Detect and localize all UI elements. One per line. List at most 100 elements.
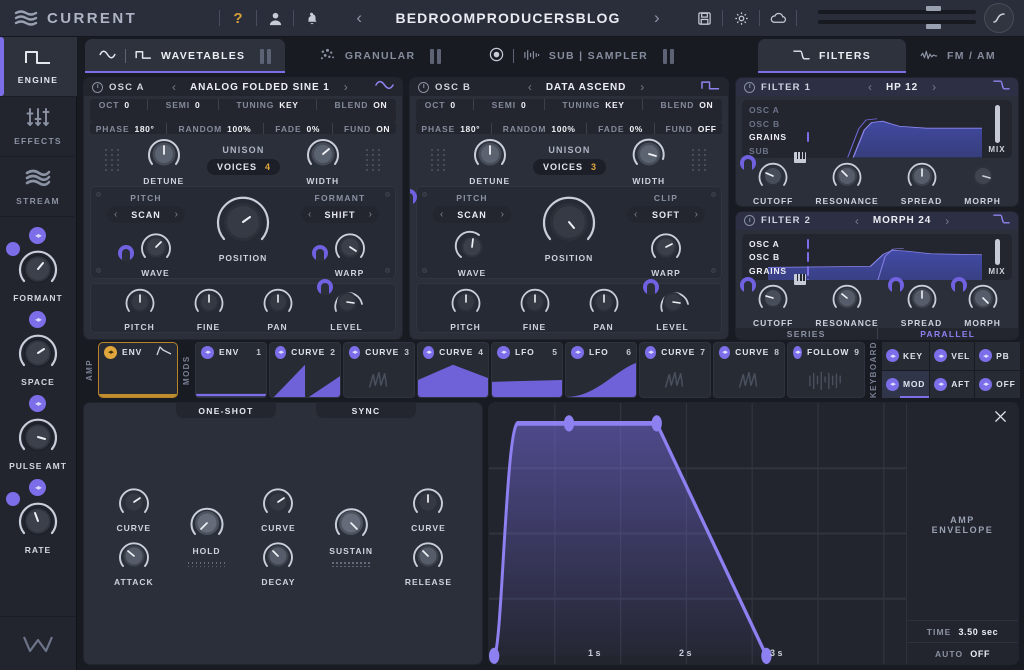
knob-attack[interactable] — [115, 537, 153, 575]
formant-mode-selector[interactable]: ‹ SHIFT › — [301, 206, 379, 223]
slider-track-2[interactable] — [818, 20, 976, 24]
mix-slider-track[interactable] — [995, 239, 1000, 266]
next-preset-button[interactable]: › — [628, 8, 686, 28]
knob-space[interactable] — [15, 330, 61, 376]
knob-sustain[interactable] — [330, 502, 372, 544]
close-icon[interactable] — [907, 403, 1018, 429]
mod-assign-icon[interactable]: ◂▸ — [886, 349, 899, 362]
mod-arc-indicator[interactable] — [888, 277, 904, 293]
knob-resonance[interactable] — [829, 280, 865, 316]
filter-curve-icon[interactable] — [993, 212, 1010, 230]
knob-fine[interactable] — [191, 284, 227, 320]
param-fund[interactable]: FUNDON — [344, 124, 390, 134]
mod-assign-icon[interactable]: ◂▸ — [104, 346, 117, 359]
mod-assign-icon[interactable]: ◂▸ — [979, 378, 992, 391]
filter-2-display[interactable]: OSC A OSC B GRAINS SUB SAMPLE — [742, 234, 1012, 281]
prev-filter-type-button[interactable]: ‹ — [841, 214, 873, 228]
sidebar-item-engine[interactable]: ENGINE — [0, 37, 77, 97]
knob-curve-decay[interactable] — [259, 483, 297, 521]
param-semi[interactable]: SEMI0 — [166, 100, 201, 110]
knob-spread[interactable] — [904, 158, 940, 194]
pause-icon[interactable] — [663, 49, 674, 64]
param-oct[interactable]: OCT0 — [99, 100, 130, 110]
knob-hold[interactable] — [186, 502, 228, 544]
tab-fm-am[interactable]: FM / AM — [906, 39, 1024, 73]
amp-env-slot[interactable]: ◂▸ ENV — [98, 342, 178, 398]
mod-slot-8[interactable]: ◂▸ CURVE 8 — [713, 342, 785, 398]
next-wavetable-button[interactable]: › — [626, 80, 658, 94]
mod-slot-5[interactable]: ◂▸ LFO 5 — [491, 342, 563, 398]
mod-assign-icon[interactable]: ◂▸ — [275, 346, 286, 359]
bell-icon[interactable] — [303, 9, 321, 27]
knob-pitch[interactable] — [122, 284, 158, 320]
knob-wave[interactable] — [137, 228, 175, 266]
knob-detune[interactable] — [144, 134, 184, 174]
param-blend[interactable]: BLENDON — [335, 100, 388, 110]
knob-level[interactable] — [655, 284, 691, 320]
mod-arc-indicator[interactable] — [312, 245, 328, 261]
preset-name[interactable]: BEDROOMPRODUCERSBLOG — [388, 10, 628, 26]
next-filter-type-button[interactable]: › — [931, 214, 963, 228]
power-icon[interactable] — [92, 82, 103, 93]
route-osc-b[interactable]: OSC B — [749, 119, 800, 129]
knob-curve-attack[interactable] — [115, 483, 153, 521]
power-icon[interactable] — [744, 215, 755, 226]
knob-morph[interactable] — [965, 280, 1001, 316]
knob-decay[interactable] — [259, 537, 297, 575]
knob-detune[interactable] — [470, 134, 510, 174]
series-button[interactable]: SERIES — [736, 329, 877, 339]
knob-position[interactable] — [212, 191, 274, 253]
mod-slot-3[interactable]: ◂▸ CURVE 3 — [343, 342, 415, 398]
param-fund[interactable]: FUNDOFF — [666, 124, 717, 134]
route-sub[interactable]: SUB — [749, 279, 800, 280]
mod-assign-icon[interactable]: ◂▸ — [29, 227, 46, 244]
filter-2-type[interactable]: MORPH 24 — [873, 215, 931, 226]
envelope-time-row[interactable]: TIME 3.50 sec — [907, 620, 1018, 642]
route-osc-a[interactable]: OSC A — [749, 105, 800, 115]
macro-sliders[interactable] — [818, 5, 976, 31]
knob-morph[interactable] — [965, 158, 1001, 194]
route-osc-b[interactable]: OSC B — [749, 252, 800, 262]
sine-wave-icon[interactable] — [375, 78, 394, 96]
knob-formant[interactable] — [15, 246, 61, 292]
mod-assign-icon[interactable]: ◂▸ — [793, 346, 802, 359]
param-fade[interactable]: FADE0% — [275, 124, 320, 134]
cloud-icon[interactable] — [769, 9, 787, 27]
mod-assign-icon[interactable]: ◂▸ — [29, 479, 46, 496]
slider-handle-1[interactable] — [926, 6, 941, 11]
kb-source-aft[interactable]: ◂▸ AFT — [930, 371, 974, 399]
envelope-auto-row[interactable]: AUTO OFF — [907, 642, 1018, 664]
filter-1-mix-slider[interactable]: MIX — [987, 105, 1007, 154]
clip-mode-selector[interactable]: ‹ SOFT › — [627, 206, 705, 223]
gear-icon[interactable] — [732, 9, 750, 27]
pause-icon[interactable] — [430, 49, 441, 64]
knob-spread[interactable] — [904, 280, 940, 316]
param-oct[interactable]: OCT0 — [425, 100, 456, 110]
sidebar-item-effects[interactable]: EFFECTS — [0, 97, 77, 157]
mod-assign-icon[interactable]: ◂▸ — [201, 346, 214, 359]
route-grains[interactable]: GRAINS — [749, 266, 800, 276]
next-filter-type-button[interactable]: › — [918, 80, 950, 94]
slider-track-1[interactable] — [818, 10, 976, 14]
mod-assign-icon[interactable]: ◂▸ — [571, 346, 584, 359]
next-wavetable-button[interactable]: › — [330, 80, 362, 94]
knob-cutoff[interactable] — [755, 158, 791, 194]
chevron-right-icon[interactable]: › — [695, 209, 698, 220]
route-osc-a[interactable]: OSC A — [749, 239, 800, 249]
mod-slot-2[interactable]: ◂▸ CURVE 2 — [269, 342, 341, 398]
knob-pitch[interactable] — [448, 284, 484, 320]
user-icon[interactable] — [266, 9, 284, 27]
tab-sub-sampler[interactable]: SUB | SAMPLER — [475, 39, 688, 73]
filter-curve-icon[interactable] — [993, 78, 1010, 96]
mod-slot-6[interactable]: ◂▸ LFO 6 — [565, 342, 637, 398]
s-curve-icon[interactable] — [984, 3, 1014, 33]
parallel-button[interactable]: PARALLEL — [878, 329, 1019, 339]
knob-cutoff[interactable] — [755, 280, 791, 316]
route-sub[interactable]: SUB — [749, 146, 800, 156]
mod-slot-1[interactable]: ◂▸ ENV 1 — [195, 342, 267, 398]
prev-wavetable-button[interactable]: ‹ — [158, 80, 190, 94]
knob-wave[interactable] — [453, 228, 491, 266]
knob-position[interactable] — [538, 191, 600, 253]
mod-assign-icon[interactable]: ◂▸ — [497, 346, 510, 359]
sidebar-item-stream[interactable]: STREAM — [0, 157, 77, 217]
